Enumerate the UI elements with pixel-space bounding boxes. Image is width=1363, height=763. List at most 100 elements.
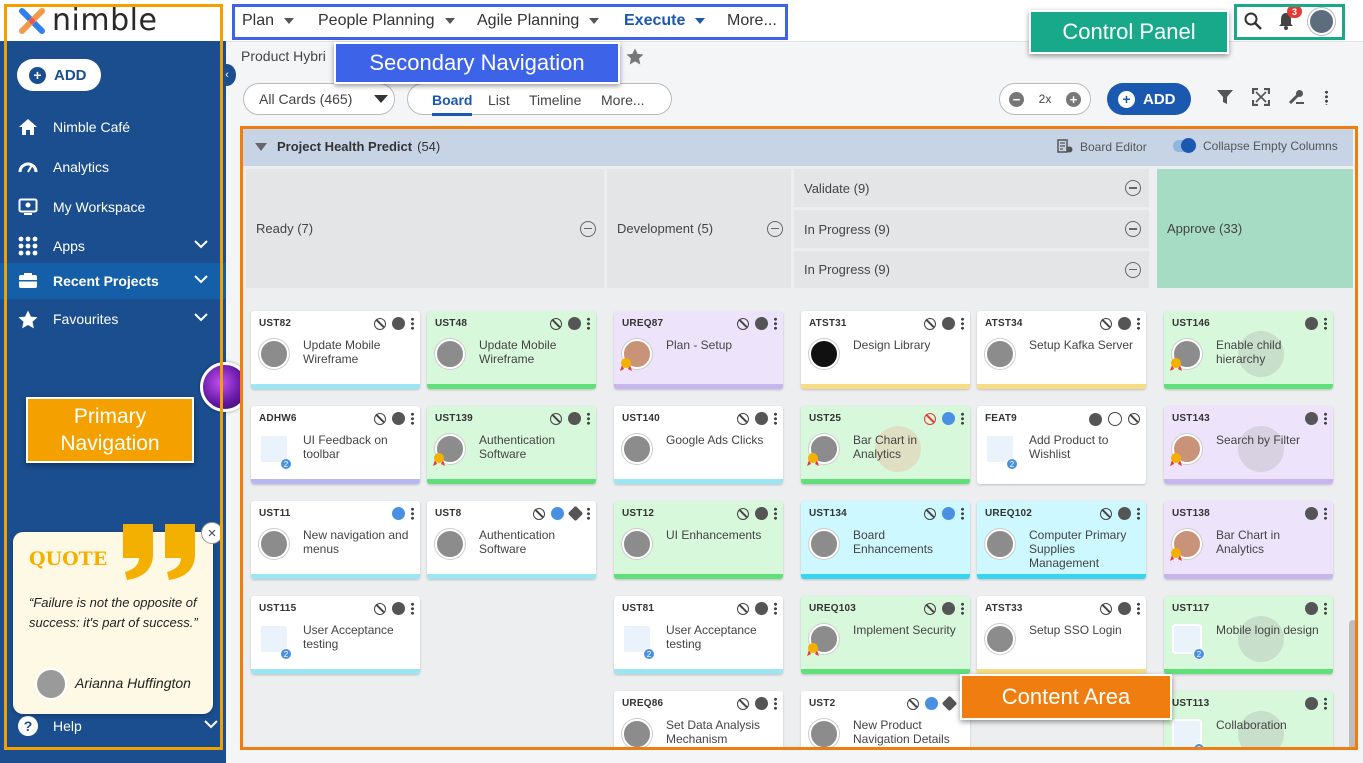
card-menu-icon[interactable] <box>1324 697 1327 710</box>
block-icon[interactable] <box>1128 413 1140 425</box>
block-icon[interactable] <box>737 412 749 425</box>
card-menu-icon[interactable] <box>587 507 590 520</box>
card-menu-icon[interactable] <box>1137 507 1140 520</box>
block-icon[interactable] <box>924 507 936 520</box>
swimlane-header[interactable]: Project Health Predict (54) Board Editor… <box>243 127 1353 166</box>
column-header-approve[interactable]: Approve (33) <box>1157 169 1353 288</box>
zoom-in-button[interactable]: + <box>1066 91 1081 107</box>
expand-icon[interactable] <box>1252 88 1270 106</box>
comment-icon[interactable] <box>1118 507 1131 520</box>
tab-board[interactable]: Board <box>432 92 473 116</box>
block-icon[interactable] <box>1100 507 1112 520</box>
card-filter-select[interactable]: All Cards (465) <box>243 83 395 115</box>
card[interactable]: UST82 Update Mobile Wireframe <box>251 311 420 389</box>
card-menu-icon[interactable] <box>411 602 414 615</box>
column-header-in-progress[interactable]: In Progress (9) <box>794 210 1149 248</box>
column-header-development[interactable]: Development (5) <box>607 169 791 288</box>
comment-icon[interactable] <box>1305 412 1318 425</box>
block-icon[interactable] <box>1100 602 1112 615</box>
collapse-column-icon[interactable] <box>1125 221 1141 237</box>
board-scrollbar[interactable] <box>1349 620 1357 750</box>
sidebar-item-analytics[interactable]: Analytics <box>0 149 226 185</box>
board-editor-button[interactable]: Board Editor <box>1057 139 1147 154</box>
card-menu-icon[interactable] <box>411 317 414 330</box>
comment-icon[interactable] <box>392 412 405 425</box>
card[interactable]: UST25 Bar Chart in Analytics <box>801 406 970 484</box>
collapse-column-icon[interactable] <box>767 220 783 237</box>
block-icon[interactable] <box>374 602 386 615</box>
comment-icon[interactable] <box>942 507 955 520</box>
card[interactable]: UREQ87 Plan - Setup <box>614 311 783 389</box>
favorite-star-icon[interactable] <box>626 48 644 65</box>
topnav-execute[interactable]: Execute <box>624 12 706 30</box>
topnav-plan[interactable]: Plan <box>242 12 295 30</box>
comment-icon[interactable] <box>1305 507 1318 520</box>
card[interactable]: UST11 New navigation and menus <box>251 501 420 579</box>
column-header-in-progress-sub[interactable]: In Progress (9) <box>794 251 1149 288</box>
card-menu-icon[interactable] <box>774 412 777 425</box>
card[interactable]: UST12 UI Enhancements <box>614 501 783 579</box>
collapse-sidebar-button[interactable]: ‹ <box>218 64 236 86</box>
card-menu-icon[interactable] <box>774 317 777 330</box>
block-icon[interactable] <box>550 317 562 330</box>
block-icon[interactable] <box>533 507 545 520</box>
card[interactable]: UST140 Google Ads Clicks <box>614 406 783 484</box>
block-icon[interactable] <box>737 697 749 710</box>
card-menu-icon[interactable] <box>774 602 777 615</box>
tab-more[interactable]: More... <box>601 92 645 108</box>
card[interactable]: ATST33 Setup SSO Login <box>977 596 1146 674</box>
card-menu-icon[interactable] <box>1324 507 1327 520</box>
comment-icon[interactable] <box>755 697 768 710</box>
search-icon[interactable] <box>1244 12 1262 30</box>
edit-icon[interactable] <box>1108 412 1122 426</box>
comment-icon[interactable] <box>755 602 768 615</box>
card[interactable]: ADHW6 2 UI Feedback on toolbar <box>251 406 420 484</box>
add-card-button[interactable]: + ADD <box>1107 83 1191 115</box>
card[interactable]: UST81 2 User Acceptance testing <box>614 596 783 674</box>
card-menu-icon[interactable] <box>1324 412 1327 425</box>
card[interactable]: UREQ103 Implement Security <box>801 596 970 674</box>
comment-icon[interactable] <box>1118 602 1131 615</box>
user-avatar[interactable] <box>1308 8 1335 35</box>
card[interactable]: UST113 2 Collaboration <box>1164 691 1333 750</box>
card-menu-icon[interactable] <box>1324 317 1327 330</box>
topnav-agile-planning[interactable]: Agile Planning <box>477 12 600 30</box>
comment-icon[interactable] <box>755 507 768 520</box>
comment-icon[interactable] <box>568 412 581 425</box>
comment-icon[interactable] <box>1089 412 1102 426</box>
block-icon[interactable] <box>737 317 749 330</box>
block-icon[interactable] <box>924 317 936 330</box>
card-menu-icon[interactable] <box>1324 602 1327 615</box>
card[interactable]: UST8 Authentication Software <box>427 501 596 579</box>
block-icon[interactable] <box>907 697 919 710</box>
settings-tools-icon[interactable] <box>1287 88 1305 106</box>
card-menu-icon[interactable] <box>411 507 414 520</box>
card-menu-icon[interactable] <box>961 412 964 425</box>
card-menu-icon[interactable] <box>961 507 964 520</box>
card-menu-icon[interactable] <box>774 697 777 710</box>
comment-icon[interactable] <box>1305 602 1318 615</box>
card-menu-icon[interactable] <box>587 412 590 425</box>
card-menu-icon[interactable] <box>774 507 777 520</box>
card[interactable]: ATST34 Setup Kafka Server <box>977 311 1146 389</box>
comment-icon[interactable] <box>568 317 581 330</box>
topnav-people-planning[interactable]: People Planning <box>318 12 455 30</box>
card[interactable]: UST134 Board Enhancements <box>801 501 970 579</box>
topnav-more[interactable]: More... <box>727 12 777 30</box>
card[interactable]: UST139 Authentication Software <box>427 406 596 484</box>
collapse-column-icon[interactable] <box>1125 261 1141 278</box>
block-icon[interactable] <box>374 317 386 330</box>
sidebar-add-button[interactable]: + ADD <box>17 59 101 91</box>
card-menu-icon[interactable] <box>1137 602 1140 615</box>
card[interactable]: UREQ102 Computer Primary Supplies Manage… <box>977 501 1146 579</box>
sidebar-item-help[interactable]: ? Help <box>18 716 218 736</box>
collapse-column-icon[interactable] <box>580 220 596 237</box>
comment-icon[interactable] <box>1305 697 1318 710</box>
sidebar-item-my-workspace[interactable]: My Workspace <box>0 189 226 225</box>
comment-icon[interactable] <box>1305 317 1318 330</box>
zoom-out-button[interactable]: − <box>1009 91 1024 107</box>
comment-icon[interactable] <box>392 507 405 520</box>
more-options-icon[interactable] <box>1325 90 1328 105</box>
card[interactable]: UST146 Enable child hierarchy <box>1164 311 1333 389</box>
tag-icon[interactable] <box>567 505 584 522</box>
